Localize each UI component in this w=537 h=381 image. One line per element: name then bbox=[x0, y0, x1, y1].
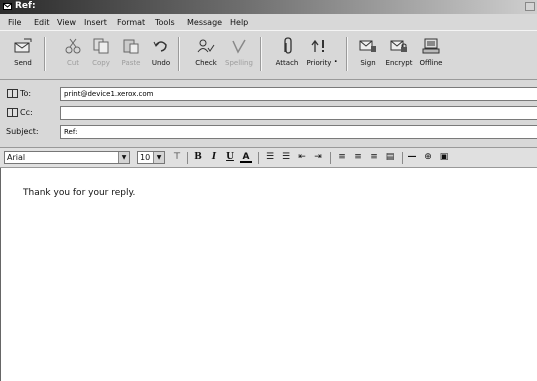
envelope-icon bbox=[3, 3, 12, 10]
attach-button[interactable]: Attach bbox=[270, 33, 304, 75]
paste-icon bbox=[123, 39, 139, 54]
increase-indent-icon[interactable]: ⇥ bbox=[312, 152, 324, 164]
window-title: Ref: bbox=[15, 1, 36, 11]
subject-label: Subject: bbox=[6, 127, 39, 136]
send-label: Send bbox=[14, 59, 32, 67]
cut-label: Cut bbox=[66, 59, 80, 67]
sign-icon bbox=[359, 40, 376, 52]
italic-icon[interactable]: I bbox=[208, 152, 220, 164]
paragraph-style-icon[interactable]: ⊤ bbox=[171, 152, 183, 164]
subject-field[interactable] bbox=[60, 125, 537, 139]
underline-icon[interactable]: U bbox=[224, 152, 236, 164]
spelling-icon bbox=[232, 39, 246, 54]
address-book-icon[interactable] bbox=[7, 108, 18, 117]
menu-view[interactable]: View bbox=[57, 18, 76, 27]
format-separator bbox=[330, 152, 331, 164]
justify-icon[interactable]: ▤ bbox=[384, 152, 396, 164]
message-body[interactable]: Thank you for your reply. bbox=[0, 168, 537, 381]
menu-edit[interactable]: Edit bbox=[34, 18, 50, 27]
priority-label: Priority bbox=[306, 59, 332, 67]
title-bar: Ref: bbox=[0, 0, 537, 14]
check-label: Check bbox=[195, 59, 217, 67]
align-center-icon[interactable]: ≡ bbox=[352, 152, 364, 164]
menu-tools[interactable]: Tools bbox=[155, 18, 175, 27]
encrypt-label: Encrypt bbox=[385, 59, 413, 67]
paste-button[interactable]: Paste bbox=[114, 33, 148, 75]
encrypt-icon bbox=[390, 40, 407, 52]
to-label[interactable]: To: bbox=[20, 89, 31, 98]
undo-label: Undo bbox=[151, 59, 171, 67]
cc-field[interactable] bbox=[60, 106, 537, 120]
align-right-icon[interactable]: ≡ bbox=[368, 152, 380, 164]
formatting-toolbar: Arial ▼ 10 ▼ ⊤ B I U A ☰ ☰ ⇤ ⇥ ≡ ≡ ≡ ▤ —… bbox=[0, 147, 537, 168]
dropdown-arrow-icon: . bbox=[334, 55, 338, 65]
send-button[interactable]: Send bbox=[6, 33, 40, 75]
menu-bar: File Edit View Insert Format Tools Messa… bbox=[0, 16, 537, 30]
font-size-select[interactable]: 10 ▼ bbox=[137, 151, 165, 164]
format-separator bbox=[402, 152, 403, 164]
toolbar: Send Cut Copy Paste Undo Check Spelling … bbox=[0, 30, 537, 80]
message-text: Thank you for your reply. bbox=[23, 188, 136, 198]
font-size-value: 10 bbox=[140, 153, 151, 162]
toolbar-separator bbox=[260, 37, 262, 71]
horizontal-line-icon[interactable]: — bbox=[406, 152, 418, 164]
decrease-indent-icon[interactable]: ⇤ bbox=[296, 152, 308, 164]
bullet-list-icon[interactable]: ☰ bbox=[280, 152, 292, 164]
menu-help[interactable]: Help bbox=[230, 18, 248, 27]
menu-file[interactable]: File bbox=[8, 18, 21, 27]
undo-button[interactable]: Undo bbox=[144, 33, 178, 75]
format-separator bbox=[187, 152, 188, 164]
attach-label: Attach bbox=[275, 59, 299, 67]
toolbar-separator bbox=[178, 37, 180, 71]
paste-label: Paste bbox=[121, 59, 141, 67]
send-icon bbox=[14, 38, 32, 53]
encrypt-button[interactable]: Encrypt bbox=[382, 33, 416, 75]
offline-button[interactable]: Offline bbox=[414, 33, 448, 75]
sign-button[interactable]: Sign bbox=[351, 33, 385, 75]
hyperlink-icon[interactable]: ⊕ bbox=[422, 152, 434, 164]
address-book-icon[interactable] bbox=[7, 89, 18, 98]
spelling-button[interactable]: Spelling bbox=[222, 33, 256, 75]
copy-label: Copy bbox=[92, 59, 110, 67]
subject-row: Subject: bbox=[0, 124, 537, 141]
font-color-icon[interactable]: A bbox=[240, 152, 252, 163]
copy-button[interactable]: Copy bbox=[84, 33, 118, 75]
toolbar-separator bbox=[346, 37, 348, 71]
to-field[interactable] bbox=[60, 87, 537, 101]
cc-row: Cc: bbox=[0, 105, 537, 122]
font-select[interactable]: Arial ▼ bbox=[4, 151, 130, 164]
align-left-icon[interactable]: ≡ bbox=[336, 152, 348, 164]
menu-format[interactable]: Format bbox=[117, 18, 145, 27]
undo-icon bbox=[153, 41, 167, 52]
format-separator bbox=[258, 152, 259, 164]
sign-label: Sign bbox=[360, 59, 376, 67]
scissors-icon bbox=[65, 38, 81, 54]
offline-label: Offline bbox=[419, 59, 443, 67]
cc-label[interactable]: Cc: bbox=[20, 108, 33, 117]
chevron-down-icon: ▼ bbox=[153, 152, 164, 163]
offline-icon bbox=[422, 38, 440, 54]
menu-insert[interactable]: Insert bbox=[84, 18, 107, 27]
priority-icon bbox=[311, 39, 324, 52]
toolbar-separator bbox=[44, 37, 46, 71]
check-names-icon bbox=[197, 39, 215, 53]
to-row: To: bbox=[0, 86, 537, 103]
priority-dropdown[interactable]: . bbox=[330, 33, 342, 75]
paperclip-icon bbox=[284, 37, 292, 54]
window-control-button[interactable] bbox=[525, 2, 535, 11]
menu-message[interactable]: Message bbox=[187, 18, 222, 27]
copy-icon bbox=[93, 38, 109, 54]
numbered-list-icon[interactable]: ☰ bbox=[264, 152, 276, 164]
bold-icon[interactable]: B bbox=[192, 152, 204, 164]
check-names-button[interactable]: Check bbox=[189, 33, 223, 75]
insert-picture-icon[interactable]: ▣ bbox=[438, 152, 450, 164]
chevron-down-icon: ▼ bbox=[118, 152, 129, 163]
font-value: Arial bbox=[7, 153, 26, 162]
spelling-label: Spelling bbox=[225, 59, 253, 67]
